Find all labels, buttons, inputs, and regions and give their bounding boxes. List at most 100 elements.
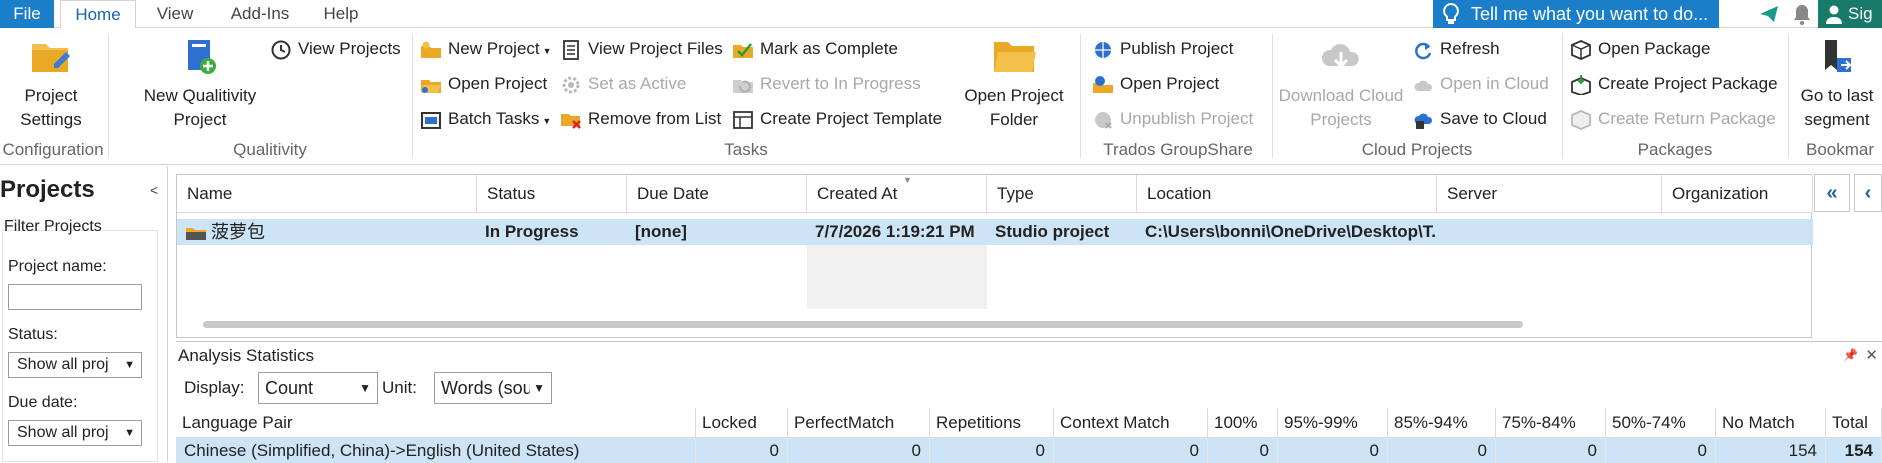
tab-add-ins[interactable]: Add-Ins bbox=[220, 0, 300, 28]
batch-tasks-icon bbox=[421, 111, 441, 129]
due-date-select-value: Show all proj bbox=[17, 424, 109, 441]
display-select[interactable]: Count ▼ bbox=[258, 372, 378, 404]
project-name-label: Project name: bbox=[8, 258, 107, 275]
new-qualitivity-project-button[interactable]: New Qualitivity Project bbox=[130, 34, 270, 132]
send-icon[interactable] bbox=[1756, 0, 1782, 28]
double-chevron-left-icon[interactable]: « bbox=[1814, 174, 1850, 212]
refresh-button[interactable]: Refresh bbox=[1412, 36, 1500, 62]
due-date-select[interactable]: Show all proj ▼ bbox=[8, 420, 142, 446]
mark-as-complete-label: Mark as Complete bbox=[760, 39, 898, 58]
pin-icon[interactable]: 📌 bbox=[1843, 348, 1858, 362]
new-project-button[interactable]: New Project ▼ bbox=[420, 36, 552, 62]
save-to-cloud-label: Save to Cloud bbox=[1440, 109, 1547, 128]
dropdown-arrow-icon: ▼ bbox=[542, 116, 552, 126]
chevron-left-icon[interactable]: ‹ bbox=[1854, 174, 1882, 212]
download-cloud-projects-label: Download Cloud Projects bbox=[1278, 86, 1404, 129]
column-header-perfectmatch[interactable]: PerfectMatch bbox=[788, 408, 930, 438]
column-header-total[interactable]: Total bbox=[1826, 408, 1882, 438]
column-header-due-date[interactable]: Due Date bbox=[627, 175, 807, 213]
table-row[interactable]: 菠萝包 In Progress [none] 7/7/2026 1:19:21 … bbox=[177, 219, 1813, 245]
bell-icon[interactable] bbox=[1790, 0, 1814, 28]
filter-title: Filter Projects bbox=[4, 218, 102, 235]
open-folder-icon bbox=[421, 79, 441, 93]
document-icon bbox=[563, 39, 579, 60]
unpublish-project-button[interactable]: Unpublish Project bbox=[1092, 106, 1253, 132]
group-tasks: Tasks bbox=[724, 140, 768, 159]
open-project-folder-label: Open Project Folder bbox=[964, 86, 1064, 129]
group-cloud-projects: Cloud Projects bbox=[1361, 140, 1473, 159]
save-to-cloud-button[interactable]: Save to Cloud bbox=[1412, 106, 1547, 132]
revert-icon bbox=[733, 79, 753, 93]
column-header-context-match[interactable]: Context Match bbox=[1054, 408, 1208, 438]
tab-help[interactable]: Help bbox=[316, 0, 366, 28]
publish-project-button[interactable]: Publish Project bbox=[1092, 36, 1233, 62]
match-95-99-cell: 0 bbox=[1278, 438, 1388, 463]
column-header-85-94[interactable]: 85%-94% bbox=[1388, 408, 1496, 438]
set-as-active-button[interactable]: Set as Active bbox=[560, 71, 686, 97]
create-project-package-button[interactable]: Create Project Package bbox=[1570, 71, 1778, 97]
mark-as-complete-button[interactable]: Mark as Complete bbox=[732, 36, 898, 62]
no-match-cell: 154 bbox=[1716, 438, 1826, 463]
open-project-folder-button[interactable]: Open Project Folder bbox=[956, 34, 1072, 132]
chevron-down-icon: ▼ bbox=[530, 373, 545, 403]
column-header-organization[interactable]: Organization bbox=[1662, 175, 1813, 213]
column-header-location[interactable]: Location bbox=[1137, 175, 1437, 213]
column-header-name[interactable]: Name bbox=[177, 175, 477, 213]
project-name-input[interactable] bbox=[8, 284, 142, 310]
column-header-status[interactable]: Status bbox=[477, 175, 627, 213]
view-projects-button[interactable]: View Projects bbox=[270, 36, 401, 62]
go-to-last-segment-button[interactable]: Go to last segment bbox=[1792, 34, 1882, 132]
cloud-save-icon bbox=[1414, 113, 1433, 129]
open-in-cloud-button[interactable]: Open in Cloud bbox=[1412, 71, 1549, 97]
view-projects-label: View Projects bbox=[298, 39, 401, 58]
view-project-files-button[interactable]: View Project Files bbox=[560, 36, 723, 62]
tab-file[interactable]: File bbox=[0, 0, 54, 28]
column-header-language-pair[interactable]: Language Pair bbox=[176, 408, 696, 438]
package-create-icon bbox=[1571, 74, 1591, 95]
status-select[interactable]: Show all proj ▼ bbox=[8, 352, 142, 378]
sign-in-button[interactable]: Sig bbox=[1818, 0, 1882, 28]
open-in-cloud-label: Open in Cloud bbox=[1440, 74, 1549, 93]
tell-me-box[interactable]: Tell me what you want to do... bbox=[1433, 0, 1719, 28]
horizontal-scrollbar[interactable] bbox=[203, 321, 1523, 328]
column-header-50-74[interactable]: 50%-74% bbox=[1606, 408, 1716, 438]
create-return-package-label: Create Return Package bbox=[1598, 109, 1776, 128]
globe-remove-icon bbox=[1095, 111, 1112, 129]
groupshare-open-project-label: Open Project bbox=[1120, 74, 1220, 93]
table-row[interactable]: Chinese (Simplified, China)->English (Un… bbox=[176, 438, 1882, 463]
column-header-repetitions[interactable]: Repetitions bbox=[930, 408, 1054, 438]
display-select-value: Count bbox=[265, 378, 314, 398]
collapse-panel-icon[interactable]: < bbox=[150, 182, 158, 198]
batch-tasks-label: Batch Tasks bbox=[448, 109, 540, 128]
open-project-button[interactable]: Open Project bbox=[420, 71, 547, 97]
ribbon-separator bbox=[1080, 34, 1081, 158]
column-header-server[interactable]: Server bbox=[1437, 175, 1662, 213]
tab-home[interactable]: Home bbox=[60, 0, 136, 29]
ribbon-tab-bar: File Home View Add-Ins Help Tell me what… bbox=[0, 0, 1882, 29]
revert-to-in-progress-button[interactable]: Revert to In Progress bbox=[732, 71, 921, 97]
column-header-100[interactable]: 100% bbox=[1208, 408, 1278, 438]
column-header-no-match[interactable]: No Match bbox=[1716, 408, 1826, 438]
tab-view[interactable]: View bbox=[150, 0, 200, 28]
group-packages: Packages bbox=[1637, 140, 1713, 159]
open-package-button[interactable]: Open Package bbox=[1570, 36, 1710, 62]
open-project-label: Open Project bbox=[448, 74, 548, 93]
match-85-94-cell: 0 bbox=[1388, 438, 1496, 463]
groupshare-open-project-button[interactable]: Open Project bbox=[1092, 71, 1219, 97]
gear-icon bbox=[562, 76, 580, 94]
create-project-template-button[interactable]: Create Project Template bbox=[732, 106, 942, 132]
batch-tasks-button[interactable]: Batch Tasks ▼ bbox=[420, 106, 551, 132]
bookmark-arrow-icon bbox=[1825, 40, 1852, 72]
column-header-75-84[interactable]: 75%-84% bbox=[1496, 408, 1606, 438]
column-header-locked[interactable]: Locked bbox=[696, 408, 788, 438]
remove-from-list-button[interactable]: Remove from List bbox=[560, 106, 721, 132]
download-cloud-projects-button[interactable]: Download Cloud Projects bbox=[1278, 34, 1404, 132]
unit-select[interactable]: Words (sou ▼ bbox=[434, 372, 552, 404]
match-75-84-cell: 0 bbox=[1496, 438, 1606, 463]
close-icon[interactable]: ✕ bbox=[1865, 346, 1878, 364]
project-settings-button[interactable]: Project Settings bbox=[6, 34, 96, 132]
column-header-created-at[interactable]: Created At ▼ bbox=[807, 175, 987, 213]
column-header-type[interactable]: Type bbox=[987, 175, 1137, 213]
create-return-package-button[interactable]: Create Return Package bbox=[1570, 106, 1776, 132]
column-header-95-99[interactable]: 95%-99% bbox=[1278, 408, 1388, 438]
